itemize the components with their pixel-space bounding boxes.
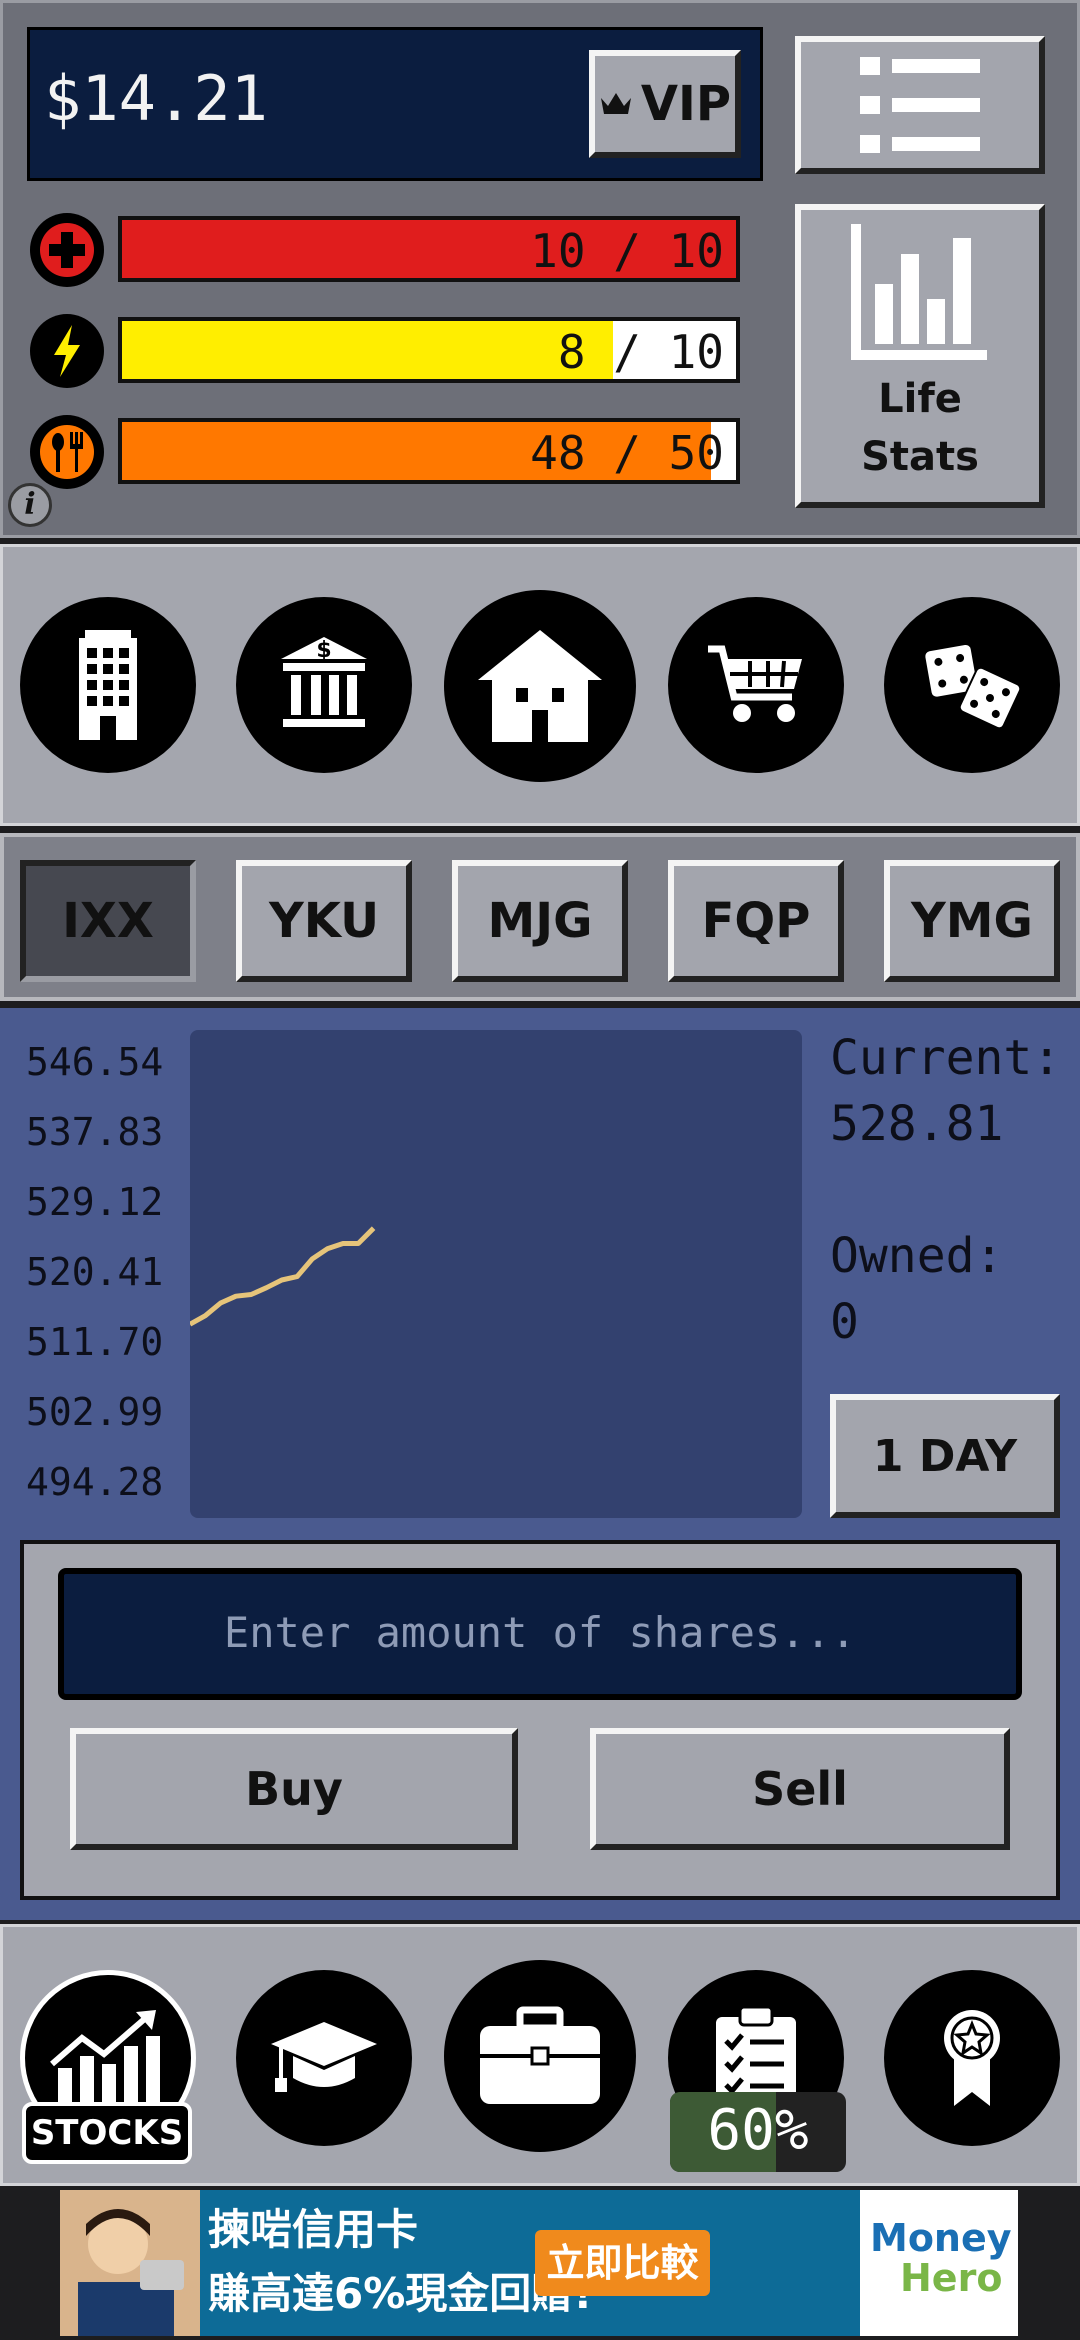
graduation-cap-icon[interactable] <box>236 1970 412 2146</box>
price-chart <box>188 1030 802 1518</box>
y-tick-label: 511.70 <box>26 1320 164 1364</box>
vip-label: VIP <box>640 76 732 132</box>
briefcase-icon[interactable] <box>444 1960 636 2152</box>
food-bar: 48 / 50 <box>118 418 740 484</box>
list-menu-icon <box>860 57 980 153</box>
task-progress-text: 60% <box>707 2098 809 2163</box>
y-tick-label: 502.99 <box>26 1390 164 1434</box>
ad-cta-button[interactable]: 立即比較 <box>535 2230 710 2296</box>
bar-chart-icon <box>851 224 987 360</box>
fork-spoon-icon <box>30 415 104 489</box>
health-value: 10 / 10 <box>530 224 724 278</box>
task-progress-badge: 60% <box>670 2092 846 2172</box>
ad-photo <box>60 2190 200 2336</box>
life-stats-label: Life Stats <box>861 376 979 480</box>
menu-button[interactable] <box>795 36 1045 174</box>
ad-brand-logo: Money Hero <box>870 2216 1012 2300</box>
office-building-icon[interactable] <box>20 597 196 773</box>
dice-icon[interactable] <box>884 597 1060 773</box>
energy-bar: 8 / 10 <box>118 317 740 383</box>
info-icon[interactable]: i <box>8 483 52 527</box>
health-bar: 10 / 10 <box>118 216 740 282</box>
time-range-button[interactable]: 1 DAY <box>830 1394 1060 1518</box>
shares-input[interactable]: Enter amount of shares... <box>58 1568 1022 1700</box>
y-tick-label: 529.12 <box>26 1180 164 1224</box>
price-chart-svg <box>188 1226 376 1327</box>
energy-value: 8 / 10 <box>557 325 724 379</box>
price-line <box>188 1226 376 1327</box>
shopping-cart-icon[interactable] <box>668 597 844 773</box>
sell-button[interactable]: Sell <box>590 1728 1010 1850</box>
ticker-mjg[interactable]: MJG <box>452 860 628 982</box>
life-stats-button[interactable]: Life Stats <box>795 204 1045 508</box>
bank-icon[interactable]: $ <box>236 597 412 773</box>
owned-value: 0 <box>830 1294 859 1350</box>
energy-bar-fill <box>122 321 614 379</box>
ticker-yku[interactable]: YKU <box>236 860 412 982</box>
current-price-value: 528.81 <box>830 1096 1004 1152</box>
crown-icon <box>600 93 631 114</box>
balance-amount: $14.21 <box>44 62 268 135</box>
ticker-ymg[interactable]: YMG <box>884 860 1060 982</box>
house-icon[interactable] <box>444 590 636 782</box>
y-tick-label: 546.54 <box>26 1040 164 1084</box>
y-tick-label: 494.28 <box>26 1460 164 1504</box>
owned-label: Owned: <box>830 1228 1004 1284</box>
y-tick-label: 520.41 <box>26 1250 164 1294</box>
award-ribbon-icon[interactable] <box>884 1970 1060 2146</box>
health-cross-icon <box>30 213 104 287</box>
ad-message: 揀啱信用卡 賺高達6%現金回贈! <box>200 2190 860 2336</box>
buy-button[interactable]: Buy <box>70 1728 518 1850</box>
food-value: 48 / 50 <box>530 426 724 480</box>
ticker-fqp[interactable]: FQP <box>668 860 844 982</box>
lightning-icon <box>30 314 104 388</box>
y-tick-label: 537.83 <box>26 1110 164 1154</box>
current-price-label: Current: <box>830 1030 1062 1086</box>
svg-text:$: $ <box>316 638 331 663</box>
stocks-label: STOCKS <box>22 2102 192 2164</box>
ad-headline: 揀啱信用卡 <box>208 2205 419 2254</box>
ticker-ixx[interactable]: IXX <box>20 860 196 982</box>
vip-button[interactable]: VIP <box>589 50 741 158</box>
ad-banner[interactable]: 揀啱信用卡 賺高達6%現金回贈! 立即比較 Money Hero <box>60 2190 1018 2336</box>
